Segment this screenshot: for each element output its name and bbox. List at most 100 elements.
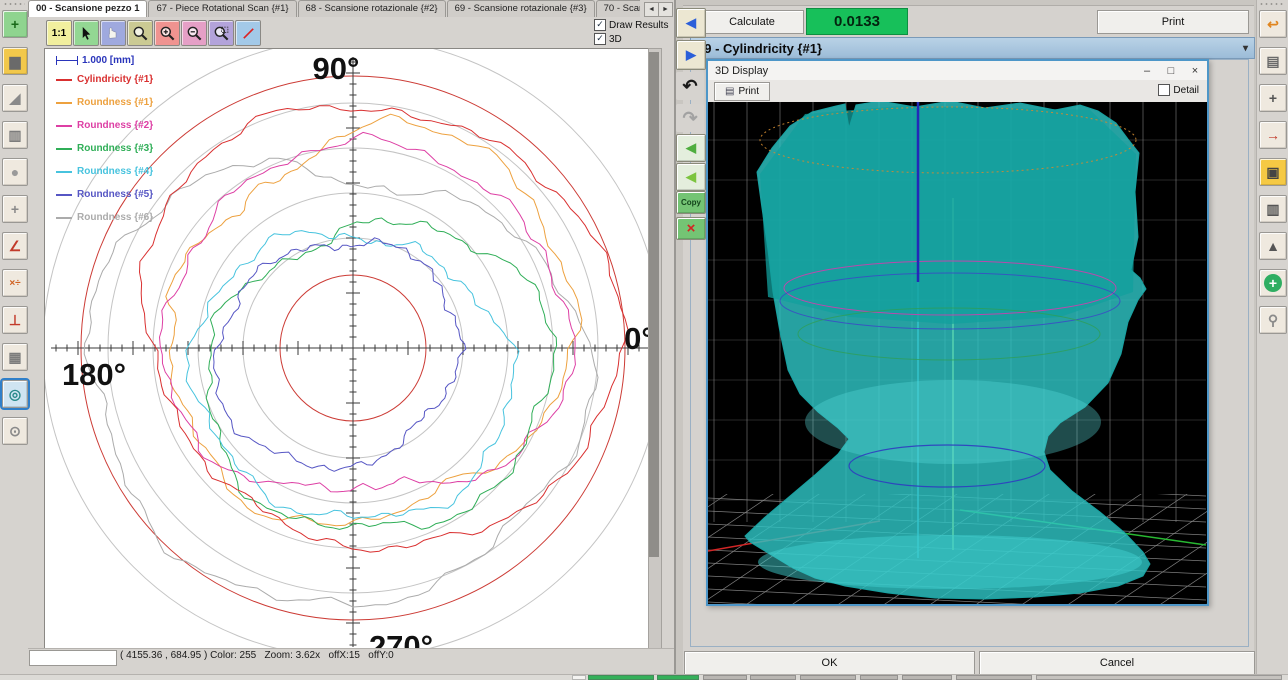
zoom-in-button[interactable]: [154, 20, 180, 46]
access-key-icon[interactable]: ⚲: [1259, 306, 1287, 334]
nav-forward-button[interactable]: ▶: [676, 40, 706, 70]
document-tab[interactable]: 70 - Scansione rotazionale {#4}: [596, 0, 640, 17]
print-button[interactable]: Print: [1097, 10, 1249, 34]
hand-icon: ☛: [105, 27, 121, 39]
printer-icon[interactable]: ▤: [1259, 47, 1287, 75]
math-functions-icon-glyph: ×÷: [9, 278, 20, 289]
probe-arm-icon[interactable]: →: [1259, 121, 1287, 149]
maximize-button[interactable]: □: [1159, 62, 1183, 79]
roundness-scan-icon[interactable]: ◎: [2, 380, 28, 408]
report-icon[interactable]: ▥: [1259, 195, 1287, 223]
feature-selector-dropdown[interactable]: 79 - Cylindricity {#1} ▾: [690, 37, 1255, 59]
perpendicularity-icon[interactable]: ⊥: [2, 306, 28, 334]
legend-label: Roundness {#4}: [77, 166, 153, 177]
document-tab[interactable]: 69 - Scansione rotazionale {#3}: [447, 0, 595, 17]
cursor-tool-button[interactable]: [73, 20, 99, 46]
ok-button[interactable]: OK: [684, 651, 975, 675]
cross-feature-icon[interactable]: +: [2, 195, 28, 223]
3d-checkbox-box[interactable]: ✓: [594, 33, 606, 45]
taskbar-segment[interactable]: [860, 675, 898, 680]
hex-nut-icon-glyph: ⊙: [9, 423, 21, 440]
magnifier-tool-button[interactable]: [127, 20, 153, 46]
save-icon[interactable]: ▣: [1259, 158, 1287, 186]
rail-grip[interactable]: [3, 2, 25, 6]
delete-result-button[interactable]: ×: [676, 217, 706, 240]
3d-checkbox[interactable]: ✓3D: [594, 33, 622, 45]
scale-bar: 1.000 [mm]: [56, 52, 206, 68]
document-tab[interactable]: 68 - Scansione rotazionale {#2}: [298, 0, 446, 17]
zoom-region-button[interactable]: [208, 20, 234, 46]
cross-feature-icon-glyph: +: [11, 201, 19, 217]
actual-size-button[interactable]: 1:1: [46, 20, 72, 46]
minimize-button[interactable]: –: [1135, 62, 1159, 79]
blue-left-arrow-icon: ◀: [686, 15, 696, 31]
3d-print-button[interactable]: ▤ Print: [714, 82, 770, 101]
line-tool-button[interactable]: [235, 20, 261, 46]
return-icon[interactable]: ↩: [1259, 10, 1287, 38]
tolerance-icon-glyph: +: [1269, 275, 1277, 291]
undo-button[interactable]: ↶: [676, 72, 704, 100]
workpiece-icon[interactable]: ▆: [2, 47, 28, 75]
taskbar-segment[interactable]: [657, 675, 699, 680]
close-button[interactable]: ×: [1183, 62, 1207, 79]
result-value-box: 0.0133: [806, 8, 908, 35]
status-indicator-box: [29, 650, 117, 666]
probe-arm-icon-glyph: →: [1266, 127, 1280, 143]
nav-back-button[interactable]: ◀: [676, 8, 706, 38]
redo-button[interactable]: ↷: [676, 104, 704, 132]
taskbar-segment[interactable]: [588, 675, 654, 680]
cancel-button[interactable]: Cancel: [979, 651, 1255, 675]
cone-feature-icon[interactable]: ◢: [2, 84, 28, 112]
axis-align-icon[interactable]: +: [1259, 84, 1287, 112]
legend-swatch: [56, 171, 72, 173]
3d-viewport[interactable]: [708, 102, 1207, 604]
green-left-arrow2-icon: ◀: [686, 169, 696, 185]
legend-item: Roundness {#5}: [56, 183, 206, 206]
draw-results-checkbox-box[interactable]: ✓: [594, 19, 606, 31]
draw-results-checkbox-label: Draw Results: [609, 20, 668, 31]
plot-scrollbar-thumb[interactable]: [649, 52, 659, 557]
tab-scroll-left-button[interactable]: ◄: [644, 2, 659, 17]
calculate-button[interactable]: Calculate: [700, 10, 804, 34]
3d-window-titlebar[interactable]: 3D Display – □ ×: [708, 61, 1207, 81]
draw-results-checkbox[interactable]: ✓Draw Results: [594, 19, 668, 31]
zoom-out-button[interactable]: [181, 20, 207, 46]
legend-swatch: [56, 217, 72, 219]
hex-nut-icon[interactable]: ⊙: [2, 417, 28, 445]
tab-scroll-right-button[interactable]: ►: [658, 2, 673, 17]
rail-grip-right[interactable]: [1259, 2, 1285, 6]
math-functions-icon[interactable]: ×÷: [2, 269, 28, 297]
pan-tool-button[interactable]: ☛: [100, 20, 126, 46]
taskbar-segment[interactable]: [750, 675, 796, 680]
taskbar-segment[interactable]: [902, 675, 952, 680]
insert-result-before-button[interactable]: ◀: [676, 134, 706, 162]
copy-result-button[interactable]: Copy: [676, 191, 706, 214]
tolerance-icon[interactable]: +: [1259, 269, 1287, 297]
legend-label: Roundness {#1}: [77, 97, 153, 108]
detail-checkbox-box[interactable]: [1158, 84, 1170, 96]
legend-item: Roundness {#6}: [56, 206, 206, 229]
scale-label: 1.000 [mm]: [82, 55, 134, 66]
taskbar-segment[interactable]: [956, 675, 1032, 680]
document-tab[interactable]: 00 - Scansione pezzo 1: [28, 0, 147, 17]
fixture-icon[interactable]: ▲: [1259, 232, 1287, 260]
document-tab[interactable]: 67 - Piece Rotational Scan {#1}: [148, 0, 296, 17]
taskbar-segment[interactable]: [572, 675, 586, 680]
angle-measure-icon[interactable]: ∠: [2, 232, 28, 260]
taskbar-segment[interactable]: [703, 675, 747, 680]
insert-result-after-button[interactable]: ◀: [676, 163, 706, 191]
magnifier-region-icon: [213, 25, 230, 42]
runout-measure-icon[interactable]: ▦: [2, 343, 28, 371]
taskbar-segment[interactable]: [800, 675, 856, 680]
cursor-icon: [79, 26, 94, 41]
legend-item: Roundness {#1}: [56, 91, 206, 114]
legend-item: Cylindricity {#1}: [56, 68, 206, 91]
report-icon-glyph: ▥: [1266, 201, 1279, 218]
cylinder-scan-icon[interactable]: ▥: [2, 121, 28, 149]
magnifier-icon: [132, 25, 149, 42]
probe-setup-icon[interactable]: +: [2, 10, 28, 38]
printer-icon-glyph: ▤: [1266, 53, 1279, 70]
taskbar-segment[interactable]: [1036, 675, 1282, 680]
sphere-feature-icon[interactable]: ●: [2, 158, 28, 186]
detail-checkbox[interactable]: Detail: [1158, 84, 1199, 96]
